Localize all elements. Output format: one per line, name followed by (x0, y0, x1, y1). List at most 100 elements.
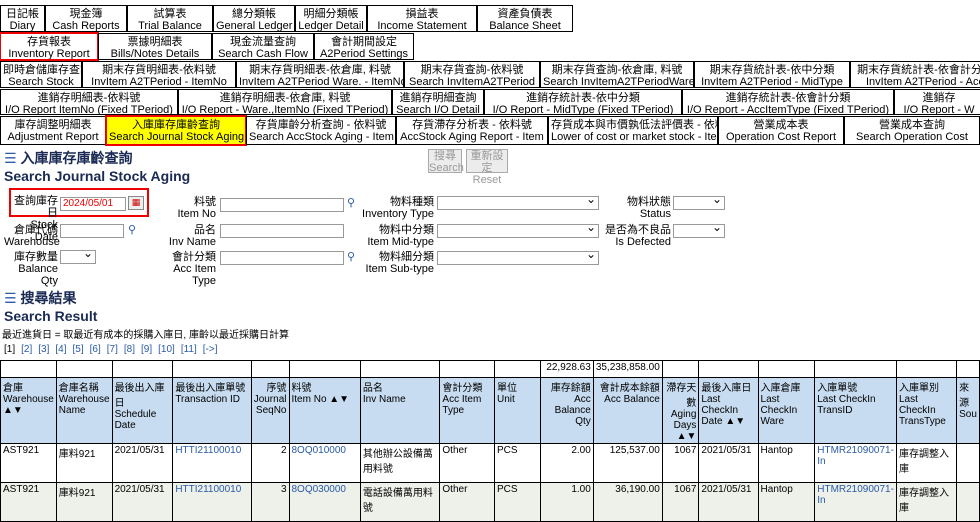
tab-label-en: AccStock Aging Report - Item (400, 131, 544, 143)
column-header[interactable]: 滯存天數 Aging Days ▲▼ (661, 377, 700, 444)
tab-tabs_row2-3[interactable]: 會計期間設定 A2Period Settings (314, 33, 414, 60)
item-no-input[interactable] (220, 198, 344, 212)
tab-tabs_row5-5[interactable]: 營業成本表 Operation Cost Report (718, 116, 844, 145)
tab-tabs_row3-1[interactable]: 期末存貨明細表-依料號 InvItem A2TPeriod - ItemNo (82, 61, 236, 88)
totals-cell (250, 360, 290, 378)
tab-tabs_row1-5[interactable]: 損益表 Income Statement (367, 5, 477, 32)
tab-tabs_row5-6[interactable]: 營業成本查詢 Search Operation Cost (844, 116, 980, 145)
tab-tabs_row5-2[interactable]: 存貨庫齡分析查詢 - 依料號 Search AccStock Aging - It… (246, 116, 396, 145)
column-header[interactable]: 倉庫 Warehouse ▲▼ (0, 377, 57, 444)
tab-tabs_row3-0[interactable]: 即時倉儲庫存查詢Search Stock (0, 61, 82, 88)
tab-label-zh: 進銷存明細查詢 (399, 92, 477, 104)
reset-button[interactable]: 重新設定 Reset (466, 149, 508, 186)
tab-tabs_row3-6[interactable]: 期末存貨統計表-依會計分類 InvItem A2TPeriod - Acc (850, 61, 980, 88)
tab-tabs_row3-4[interactable]: 期末存貨查詢-依倉庫, 料號 Search InvItemA2TPeriodWar… (540, 61, 694, 88)
tab-tabs_row2-0[interactable]: 存貨報表 Inventory Report (0, 32, 99, 61)
bal-qty-select[interactable] (60, 246, 96, 264)
tab-tabs_row1-0[interactable]: 日記帳 Diary (0, 5, 45, 32)
column-header[interactable]: 會計成本餘額 Acc Balance (592, 377, 663, 444)
tab-label-zh: 進銷存明細表-依料號 (37, 92, 141, 104)
page-link-5[interactable]: [6] (90, 344, 101, 355)
stock-date-input[interactable]: 2024/05/01 (60, 197, 126, 211)
sub-type-select[interactable] (437, 247, 599, 265)
table-cell[interactable]: HTTI21100010 (172, 443, 252, 483)
page-link-7[interactable]: [8] (124, 344, 135, 355)
column-header[interactable]: 倉庫名稱 Warehouse Name (55, 377, 113, 444)
table-cell[interactable]: 8OQ010000 (288, 443, 361, 483)
tab-tabs_row1-6[interactable]: 資產負債表 Balance Sheet (477, 5, 573, 32)
column-header[interactable]: 最後入庫日 Last CheckIn Date ▲▼ (698, 377, 759, 444)
tab-label-zh: 存貨庫齡分析查詢 - 依料號 (255, 119, 387, 131)
tab-tabs_row4-0[interactable]: 進銷存明細表-依料號 I/O Report ItemNo (Fixed TPeri… (0, 89, 178, 115)
tab-tabs_row3-5[interactable]: 期末存貨統計表-依中分類 InvItem A2TPeriod - MidType (694, 61, 850, 88)
column-header[interactable]: 會計分類 Acc Item Type (439, 377, 496, 444)
tab-tabs_row5-3[interactable]: 存貨滯存分析表 - 依料號 AccStock Aging Report - Ite… (396, 116, 548, 145)
page-link-2[interactable]: [3] (38, 344, 49, 355)
page-link-3[interactable]: [4] (55, 344, 66, 355)
page-link-0[interactable]: [1] (4, 344, 15, 355)
tab-tabs_row2-1[interactable]: 票據明細表 Bills/Notes Details (98, 33, 212, 60)
warehouse-input[interactable] (60, 224, 124, 238)
tab-tabs_row1-1[interactable]: 現金簿 Cash Reports (45, 5, 127, 32)
search-button[interactable]: 搜尋 Search (428, 149, 464, 174)
page-link-1[interactable]: [2] (21, 344, 32, 355)
table-cell: 1.00 (539, 482, 594, 522)
magnifier-icon[interactable]: ⚲ (128, 223, 140, 236)
tab-tabs_row4-1[interactable]: 進銷存明細表-依倉庫, 料號 I/O Report - Ware.,ItemNo … (178, 89, 392, 115)
tab-tabs_row4-5[interactable]: 進銷存 I/O Report - W (894, 89, 980, 115)
page-link-10[interactable]: [11] (181, 344, 197, 355)
column-header[interactable]: 序號 Journal SeqNo (250, 377, 290, 444)
tab-label-zh: 資產負債表 (497, 8, 553, 20)
magnifier-icon[interactable]: ⚲ (347, 250, 359, 263)
column-header-en: Inv Name (362, 394, 406, 405)
tab-tabs_row1-2[interactable]: 試算表 Trial Balance (127, 5, 213, 32)
column-header-zh: 入庫倉庫 (760, 383, 801, 394)
tab-tabs_row3-3[interactable]: 期末存貨查詢-依料號 Search InvItemA2TPeriod (404, 61, 540, 88)
tab-label-en: Inventory Report (8, 48, 90, 60)
page-link-4[interactable]: [5] (73, 344, 84, 355)
tab-tabs_row1-3[interactable]: 總分類帳 General Ledger (213, 5, 295, 32)
column-header[interactable]: 品名 Inv Name (359, 377, 441, 444)
status-select[interactable] (673, 192, 725, 210)
column-header[interactable]: 庫存餘額 Acc Balance Qty (539, 377, 594, 444)
tab-tabs_row3-2[interactable]: 期末存貨明細表-依倉庫, 料號 InvItem A2TPeriod Ware. -… (236, 61, 404, 88)
page-link-6[interactable]: [7] (107, 344, 118, 355)
page-link-8[interactable]: [9] (141, 344, 152, 355)
tab-tabs_row4-2[interactable]: 進銷存明細查詢 Search I/O Detail (392, 89, 484, 115)
column-header[interactable]: 來源 Sou (956, 377, 980, 444)
mid-type-select[interactable] (437, 220, 599, 238)
column-header-zh: 庫存餘額 (550, 383, 591, 394)
inv-name-input[interactable] (220, 224, 344, 238)
calendar-icon[interactable]: ▦ (128, 196, 144, 210)
inv-type-select[interactable] (437, 192, 599, 210)
tab-tabs_row4-3[interactable]: 進銷存統計表-依中分類 I/O Report - MidType (Fixed T… (484, 89, 682, 115)
table-cell[interactable]: 8OQ030000 (288, 482, 361, 522)
column-header[interactable]: 最後出入庫單號 Transaction ID (172, 377, 252, 444)
acc-type-input[interactable] (220, 251, 344, 265)
totals-cell: 35,238,858.00 (592, 360, 663, 378)
page-link-9[interactable]: [10] (158, 344, 175, 355)
table-cell (956, 443, 980, 483)
tab-tabs_row5-4[interactable]: 存貨成本與市價孰低法評價表 - 依料號Lower of cost or mark… (548, 116, 718, 145)
table-cell[interactable]: HTMR21090071-In (814, 482, 897, 522)
tab-tabs_row2-2[interactable]: 現金流量查詢 Search Cash Flow (212, 33, 314, 60)
column-header-en: Acc Item Type (442, 394, 482, 416)
column-header[interactable]: 料號 Item No ▲▼ (288, 377, 361, 444)
tab-tabs_row1-4[interactable]: 明細分類帳 Ledger Detail (295, 5, 367, 32)
table-cell[interactable]: HTMR21090071-In (814, 443, 897, 483)
table-cell[interactable]: HTTI21100010 (172, 482, 252, 522)
totals-cell (439, 360, 496, 378)
column-header[interactable]: 單位 Unit (494, 377, 541, 444)
column-header[interactable]: 入庫單號 Last CheckIn TransID (814, 377, 897, 444)
page-link-11[interactable]: [->] (203, 344, 218, 355)
column-header[interactable]: 最後出入庫日 Schedule Date (111, 377, 174, 444)
defected-select[interactable] (673, 220, 725, 238)
tab-tabs_row4-4[interactable]: 進銷存統計表-依會計分類 I/O Report - AccItemType (Fi… (682, 89, 894, 115)
totals-cell (895, 360, 958, 378)
magnifier-icon[interactable]: ⚲ (347, 196, 359, 209)
tab-tabs_row5-0[interactable]: 庫存調整明細表 Adjustment Report (0, 116, 106, 145)
column-header[interactable]: 入庫倉庫 Last CheckIn Ware (757, 377, 816, 444)
pager: [1] [2] [3] [4] [5] [6] [7] [8] [9] [10] [11] [->] (4, 344, 223, 355)
column-header[interactable]: 入庫單別 Last CheckIn TransType (895, 377, 958, 444)
tab-tabs_row5-1[interactable]: 入庫庫存庫齡查詢 Search Journal Stock Aging (105, 115, 247, 146)
